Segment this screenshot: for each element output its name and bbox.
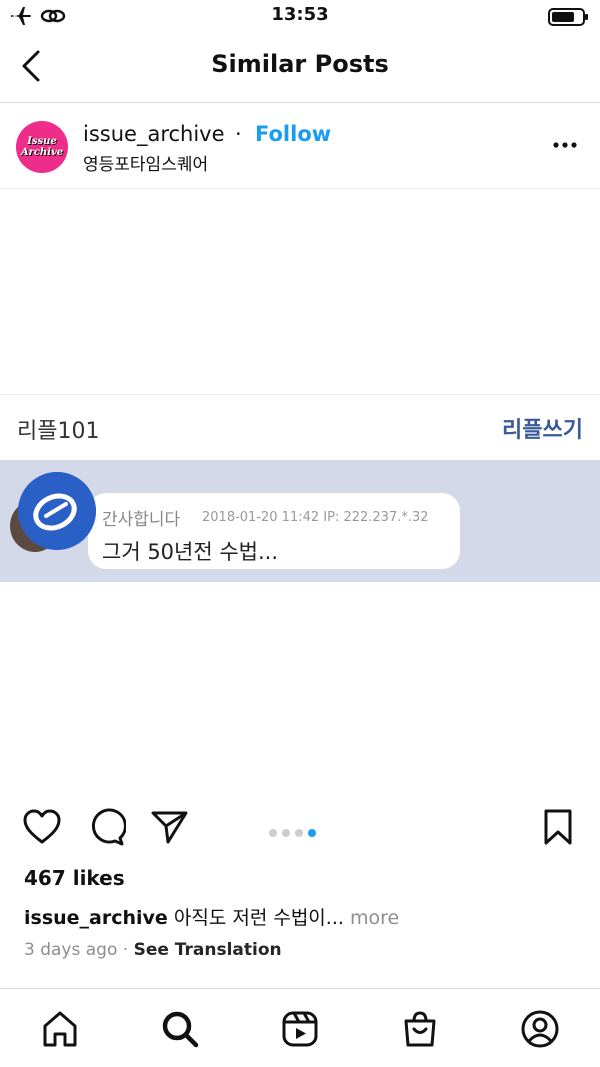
meta-separator: · — [122, 940, 134, 960]
carousel-dot-active — [308, 829, 316, 837]
reply-count: 리플101 — [17, 419, 100, 444]
caption-username[interactable]: issue_archive — [24, 907, 168, 929]
heart-icon[interactable] — [22, 808, 62, 846]
battery-icon — [548, 8, 588, 26]
bookmark-icon[interactable] — [540, 808, 576, 846]
caption-more-link[interactable]: more — [350, 907, 399, 929]
carousel-dot — [269, 829, 277, 837]
status-time: 13:53 — [271, 4, 329, 25]
caption: issue_archive 아직도 저런 수법이... more — [24, 903, 399, 930]
reply-meta: 2018-01-20 11:42 IP: 222.237.*.32 — [202, 510, 429, 525]
likes-count[interactable]: 467 likes — [24, 866, 125, 890]
share-icon[interactable] — [150, 808, 190, 846]
reply-write: 리플쓰기 — [502, 418, 583, 443]
post-username[interactable]: issue_archive — [83, 122, 225, 146]
carousel-dot — [295, 829, 303, 837]
page-title: Similar Posts — [211, 50, 389, 78]
carousel-dot — [282, 829, 290, 837]
avatar-text-1: Issue — [27, 136, 57, 147]
caption-text: 아직도 저런 수법이... — [173, 907, 344, 929]
see-translation-link[interactable]: See Translation — [134, 940, 282, 960]
post-header-divider — [0, 188, 600, 189]
tab-bar — [0, 989, 600, 1067]
avatar[interactable]: Issue Archive — [16, 121, 68, 173]
more-options-icon[interactable] — [551, 130, 581, 160]
search-icon[interactable] — [160, 1009, 200, 1049]
image-divider — [0, 394, 600, 395]
separator-dot: · — [235, 122, 242, 146]
follow-button[interactable]: Follow — [255, 122, 331, 146]
avatar-text-2: Archive — [20, 147, 64, 158]
post-time: 3 days ago — [24, 940, 118, 960]
reels-icon[interactable] — [280, 1009, 320, 1049]
reply-author: 간사합니다 — [102, 510, 181, 530]
header-divider — [0, 102, 600, 103]
shop-icon[interactable] — [400, 1009, 440, 1049]
reply-logo-icon — [18, 472, 96, 550]
carousel-indicator — [269, 822, 321, 841]
comment-icon[interactable] — [86, 808, 126, 846]
status-bar: 13:53 — [0, 0, 600, 34]
reply-text: 그거 50년전 수법... — [102, 540, 279, 564]
post-meta: 3 days ago · See Translation — [24, 940, 282, 960]
post-location[interactable]: 영등포타임스퀘어 — [83, 150, 208, 175]
profile-icon[interactable] — [520, 1009, 560, 1049]
home-icon[interactable] — [40, 1009, 80, 1049]
